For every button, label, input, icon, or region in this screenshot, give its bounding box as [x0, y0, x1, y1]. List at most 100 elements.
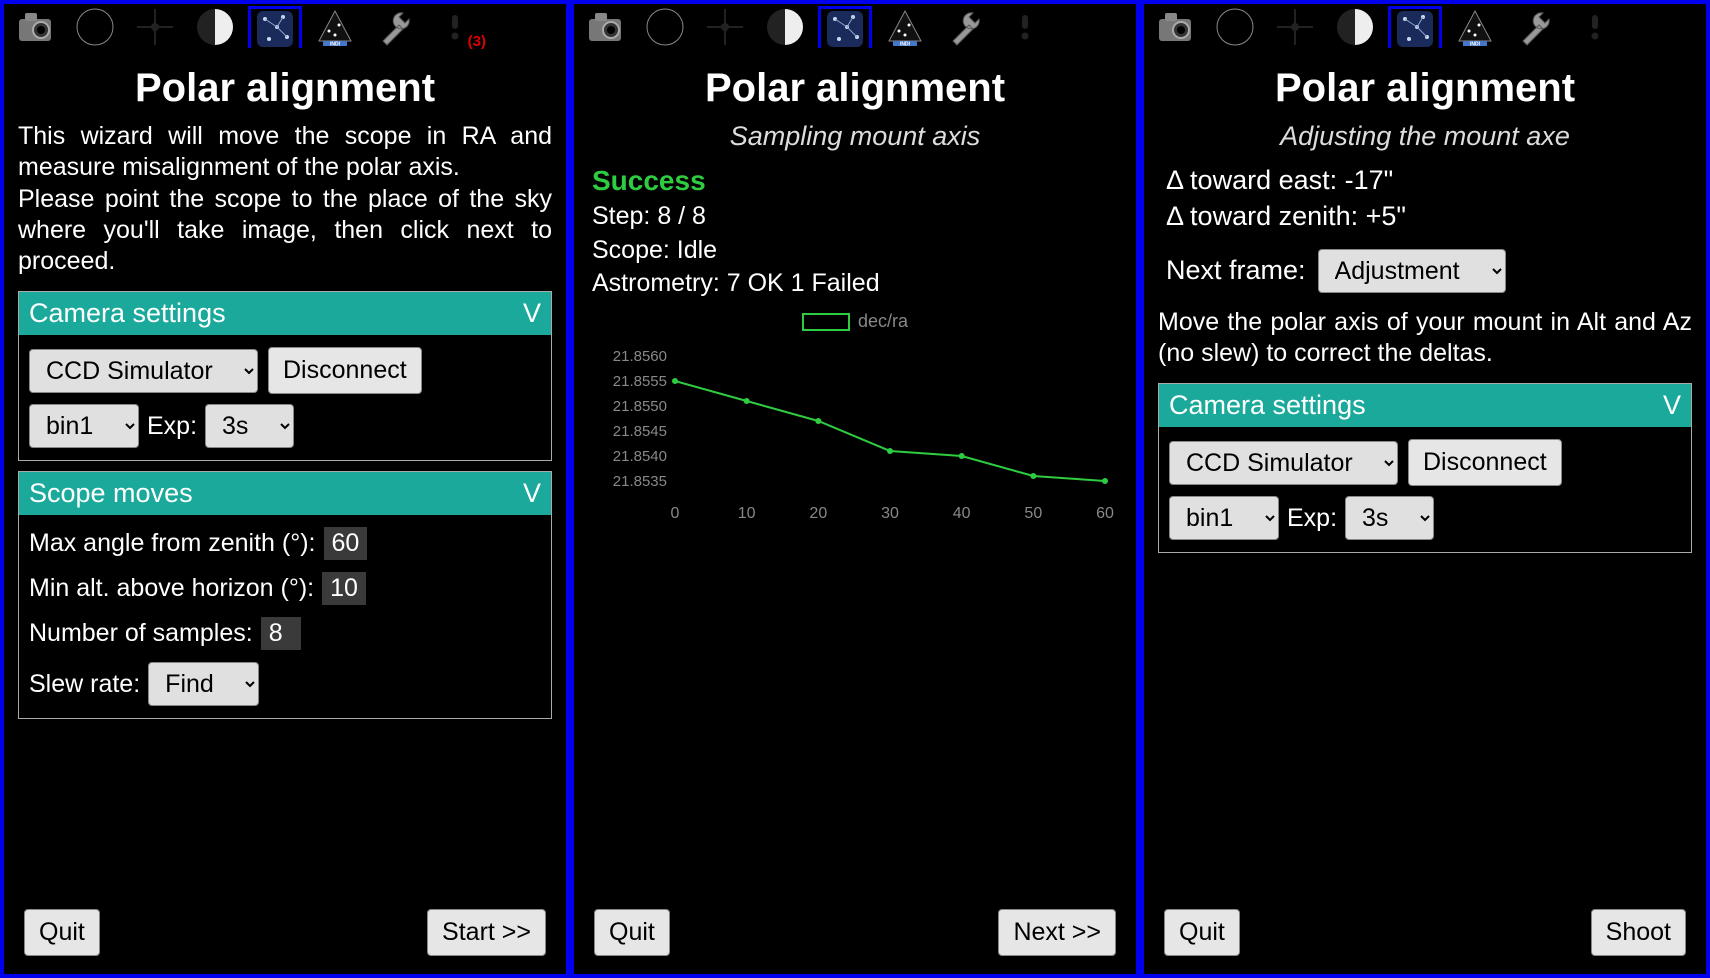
alert-badge: (3) — [468, 33, 486, 50]
svg-text:10: 10 — [738, 505, 756, 522]
status-block: Success Step: 8 / 8 Scope: Idle Astromet… — [588, 162, 1122, 301]
svg-text:40: 40 — [953, 505, 971, 522]
binning-select[interactable]: bin1 — [1169, 496, 1279, 540]
pane-sampling: Polar alignment Sampling mount axis Succ… — [570, 0, 1140, 978]
svg-text:21.8535: 21.8535 — [613, 473, 667, 490]
tab-phase[interactable] — [1328, 6, 1382, 48]
tab-camera[interactable] — [8, 6, 62, 48]
slew-rate-select[interactable]: Find — [148, 662, 259, 706]
tab-phase[interactable] — [188, 6, 242, 48]
tab-phase[interactable] — [758, 6, 812, 48]
svg-text:30: 30 — [881, 505, 899, 522]
quit-button[interactable]: Quit — [24, 909, 100, 956]
camera-settings-header[interactable]: Camera settings V — [19, 292, 551, 335]
decra-chart: dec/ra 21.856021.855521.855021.854521.85… — [588, 311, 1122, 541]
svg-text:21.8555: 21.8555 — [613, 373, 667, 390]
section-title: Scope moves — [29, 478, 193, 509]
tab-indi[interactable] — [1448, 6, 1502, 48]
samples-input[interactable]: 8 — [261, 617, 301, 650]
alert-icon — [1575, 7, 1615, 47]
tab-crosshair[interactable] — [698, 6, 752, 48]
camera-icon — [15, 7, 55, 47]
tab-camera[interactable] — [578, 6, 632, 48]
min-alt-label: Min alt. above horizon (°): — [29, 574, 314, 603]
legend-swatch-icon — [802, 313, 850, 331]
tab-tools[interactable] — [368, 6, 422, 48]
binning-select[interactable]: bin1 — [29, 404, 139, 448]
crosshair-icon — [135, 7, 175, 47]
intro-text: This wizard will move the scope in RA an… — [18, 121, 552, 277]
tab-clock[interactable] — [638, 6, 692, 48]
svg-text:21.8560: 21.8560 — [613, 348, 667, 365]
tab-polar-align[interactable] — [818, 6, 872, 48]
scope-moves-section: Scope moves V Max angle from zenith (°):… — [18, 471, 552, 719]
indi-icon — [315, 7, 355, 47]
indi-icon — [885, 7, 925, 47]
page-subtitle: Sampling mount axis — [588, 121, 1122, 152]
chevron-down-icon: V — [523, 478, 541, 509]
tab-indi[interactable] — [308, 6, 362, 48]
slew-rate-label: Slew rate: — [29, 670, 140, 699]
disconnect-button[interactable]: Disconnect — [268, 347, 422, 394]
wrench-icon — [1515, 7, 1555, 47]
clock-icon — [645, 7, 685, 47]
start-button[interactable]: Start >> — [427, 909, 546, 956]
exposure-select[interactable]: 3s — [1345, 496, 1434, 540]
tab-polar-align[interactable] — [1388, 6, 1442, 48]
tab-alerts[interactable] — [998, 6, 1052, 48]
tab-clock[interactable] — [1208, 6, 1262, 48]
crosshair-icon — [1275, 7, 1315, 47]
exposure-label: Exp: — [147, 412, 197, 441]
tab-alerts[interactable] — [1568, 6, 1622, 48]
wrench-icon — [945, 7, 985, 47]
camera-icon — [1155, 7, 1195, 47]
alert-icon — [1005, 7, 1045, 47]
next-button[interactable]: Next >> — [998, 909, 1116, 956]
camera-icon — [585, 7, 625, 47]
chart-svg: 21.856021.855521.855021.854521.854021.85… — [594, 336, 1116, 536]
delta-readout: Δ toward east: -17" Δ toward zenith: +5" — [1158, 162, 1692, 235]
svg-text:21.8545: 21.8545 — [613, 423, 667, 440]
wrench-icon — [375, 7, 415, 47]
halfmoon-icon — [195, 7, 235, 47]
status-scope: Scope: Idle — [592, 234, 1122, 268]
min-alt-input[interactable]: 10 — [322, 572, 366, 605]
tab-tools[interactable] — [1508, 6, 1562, 48]
next-frame-select[interactable]: Adjustment — [1318, 249, 1506, 293]
tabbar: (3) — [4, 4, 566, 50]
tab-indi[interactable] — [878, 6, 932, 48]
exposure-select[interactable]: 3s — [205, 404, 294, 448]
shoot-button[interactable]: Shoot — [1591, 909, 1686, 956]
tab-crosshair[interactable] — [128, 6, 182, 48]
camera-select[interactable]: CCD Simulator — [1169, 441, 1398, 485]
tab-tools[interactable] — [938, 6, 992, 48]
constellation-icon — [255, 9, 295, 49]
tab-clock[interactable] — [68, 6, 122, 48]
tab-alerts[interactable]: (3) — [428, 6, 482, 48]
tab-polar-align[interactable] — [248, 6, 302, 48]
clock-icon — [75, 7, 115, 47]
status-astrometry: Astrometry: 7 OK 1 Failed — [592, 267, 1122, 301]
tab-camera[interactable] — [1148, 6, 1202, 48]
status-step: Step: 8 / 8 — [592, 200, 1122, 234]
svg-text:21.8540: 21.8540 — [613, 448, 667, 465]
disconnect-button[interactable]: Disconnect — [1408, 439, 1562, 486]
indi-icon — [1455, 7, 1495, 47]
section-title: Camera settings — [29, 298, 226, 329]
next-frame-label: Next frame: — [1166, 255, 1306, 286]
page-subtitle: Adjusting the mount axe — [1158, 121, 1692, 152]
page-title: Polar alignment — [18, 66, 552, 111]
camera-settings-header[interactable]: Camera settings V — [1159, 384, 1691, 427]
svg-text:20: 20 — [809, 505, 827, 522]
samples-label: Number of samples: — [29, 619, 253, 648]
tabbar — [574, 4, 1136, 50]
legend-label: dec/ra — [858, 311, 908, 332]
scope-moves-header[interactable]: Scope moves V — [19, 472, 551, 515]
tab-crosshair[interactable] — [1268, 6, 1322, 48]
quit-button[interactable]: Quit — [594, 909, 670, 956]
chevron-down-icon: V — [523, 298, 541, 329]
camera-select[interactable]: CCD Simulator — [29, 349, 258, 393]
quit-button[interactable]: Quit — [1164, 909, 1240, 956]
constellation-icon — [1395, 9, 1435, 49]
max-angle-input[interactable]: 60 — [324, 527, 368, 560]
